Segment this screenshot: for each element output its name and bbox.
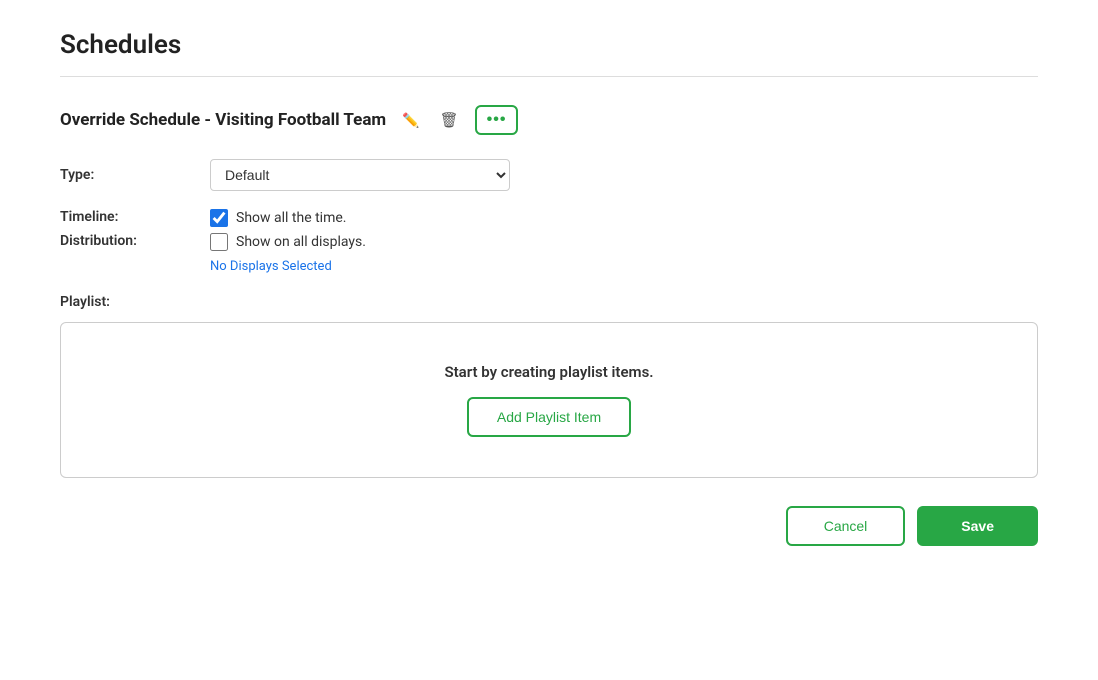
page-title: Schedules bbox=[60, 30, 1038, 60]
more-options-button[interactable]: ••• bbox=[475, 105, 519, 135]
timeline-label: Timeline: bbox=[60, 209, 210, 225]
playlist-empty-message: Start by creating playlist items. bbox=[444, 363, 653, 381]
action-buttons: Cancel Save bbox=[60, 506, 1038, 546]
pencil-icon: ✏️ bbox=[402, 112, 419, 129]
type-label: Type: bbox=[60, 167, 210, 183]
distribution-checkbox-container: Show on all displays. bbox=[210, 233, 366, 251]
schedule-header: Override Schedule - Visiting Football Te… bbox=[60, 105, 1038, 135]
timeline-row: Timeline: Show all the time. bbox=[60, 209, 1038, 227]
cancel-button[interactable]: Cancel bbox=[786, 506, 906, 546]
page-divider bbox=[60, 76, 1038, 77]
playlist-label: Playlist: bbox=[60, 294, 1038, 310]
distribution-row: Distribution: Show on all displays. bbox=[60, 233, 1038, 251]
timeline-checkbox-label: Show all the time. bbox=[236, 210, 346, 226]
edit-schedule-button[interactable]: ✏️ bbox=[398, 108, 423, 133]
delete-schedule-button[interactable]: 🗑 bbox=[436, 107, 463, 133]
timeline-checkbox[interactable] bbox=[210, 209, 228, 227]
type-select[interactable]: Default Custom Override bbox=[210, 159, 510, 191]
timeline-checkbox-container: Show all the time. bbox=[210, 209, 346, 227]
playlist-box: Start by creating playlist items. Add Pl… bbox=[60, 322, 1038, 478]
page-container: Schedules Override Schedule - Visiting F… bbox=[0, 0, 1098, 576]
playlist-section: Playlist: Start by creating playlist ite… bbox=[60, 294, 1038, 478]
save-button[interactable]: Save bbox=[917, 506, 1038, 546]
more-dots-icon: ••• bbox=[487, 111, 507, 129]
add-playlist-item-button[interactable]: Add Playlist Item bbox=[467, 397, 631, 437]
type-row: Type: Default Custom Override bbox=[60, 159, 1038, 191]
schedule-name: Override Schedule - Visiting Football Te… bbox=[60, 110, 386, 130]
distribution-checkbox[interactable] bbox=[210, 233, 228, 251]
no-displays-link[interactable]: No Displays Selected bbox=[210, 259, 1038, 274]
distribution-checkbox-label: Show on all displays. bbox=[236, 234, 366, 250]
trash-icon: 🗑 bbox=[440, 111, 459, 129]
distribution-label: Distribution: bbox=[60, 233, 210, 249]
